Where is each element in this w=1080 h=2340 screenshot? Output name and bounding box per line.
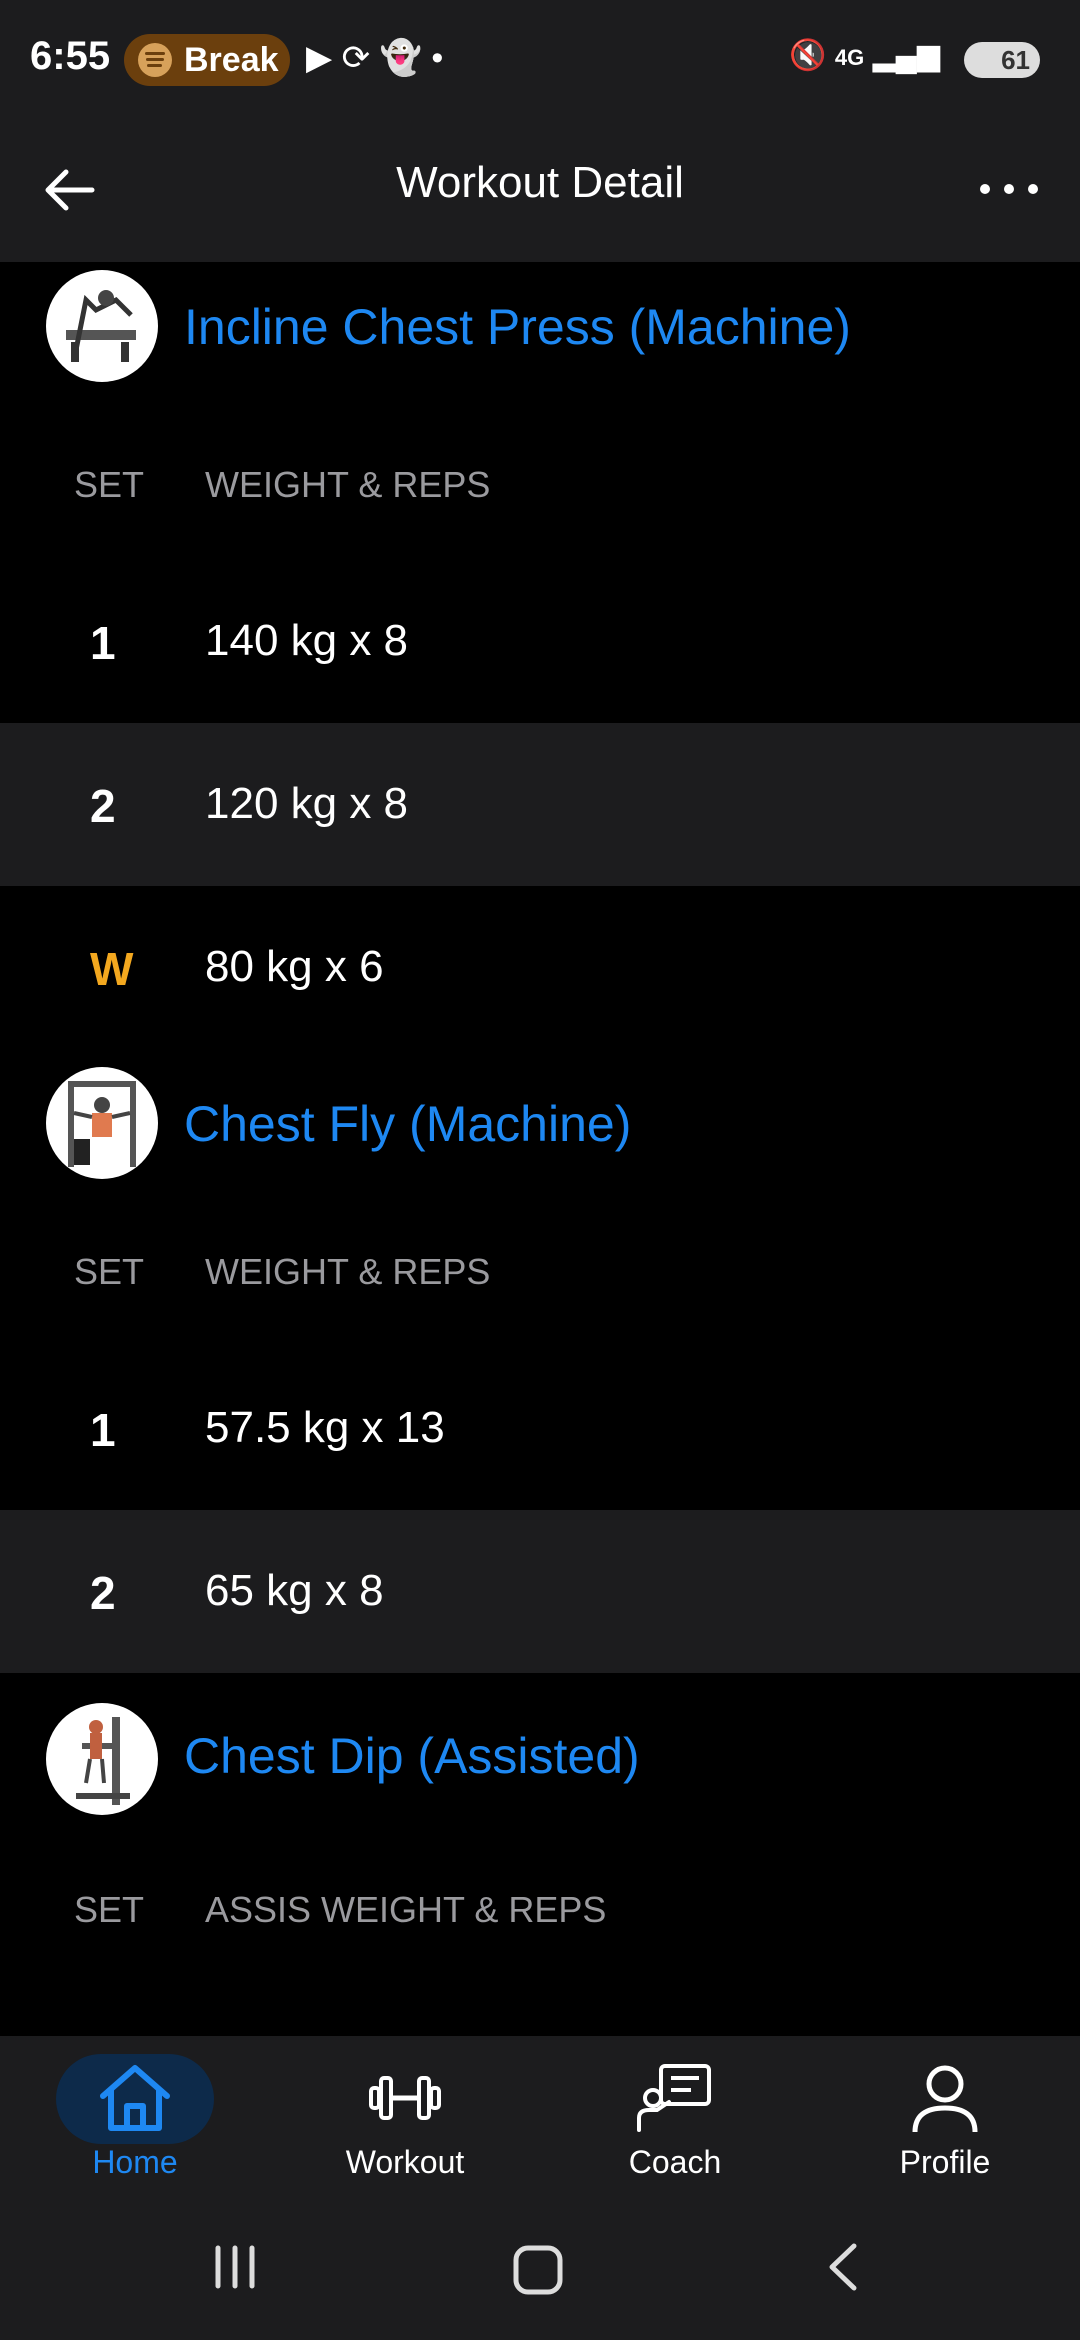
youtube-icon: ▶: [306, 39, 333, 77]
nav-coach-label: Coach: [628, 2144, 722, 2180]
set-row: 2 120 kg x 8: [0, 723, 1080, 886]
exercise-thumbnail: [46, 270, 158, 382]
incline-press-machine-icon: [66, 290, 136, 362]
spotify-icon: [138, 43, 172, 77]
nav-workout-label: Workout: [345, 2144, 465, 2180]
more-options-button[interactable]: [980, 178, 1040, 198]
exercise-thumbnail: [46, 1067, 158, 1179]
set-row: 1 57.5 kg x 13: [0, 1347, 1080, 1510]
exercise-header[interactable]: Incline Chest Press (Machine): [0, 262, 1080, 406]
exercise-name[interactable]: Chest Fly (Machine): [184, 1095, 631, 1153]
set-label: SET: [74, 1889, 145, 1930]
sync-icon: ⟳: [341, 39, 371, 77]
weight-reps-value: 65 kg x 8: [205, 1566, 384, 1615]
mute-icon: 🔇: [789, 39, 827, 72]
dot-icon: •: [431, 39, 444, 77]
weight-reps-value: 120 kg x 8: [205, 779, 409, 828]
set-label: SET: [74, 464, 145, 505]
page-title: Workout Detail: [396, 158, 684, 207]
dumbbell-icon: [369, 2076, 441, 2120]
exercise-header[interactable]: Chest Fly (Machine): [0, 1049, 1080, 1199]
weight-reps-value: 80 kg x 6: [205, 942, 384, 991]
nav-workout[interactable]: Workout: [270, 2036, 540, 2192]
home-icon: [100, 2065, 170, 2131]
exercise-name[interactable]: Incline Chest Press (Machine): [184, 298, 851, 356]
network-label: 4G: [834, 45, 865, 70]
status-time: 6:55: [30, 34, 111, 78]
bottom-navigation: Home Workout Coach Profile: [0, 2036, 1080, 2192]
set-row: W 80 kg x 6: [0, 886, 1080, 1049]
set-number: 1: [90, 1404, 116, 1456]
recents-icon[interactable]: [210, 2242, 260, 2292]
exercise-name[interactable]: Chest Dip (Assisted): [184, 1727, 640, 1785]
workout-content[interactable]: Incline Chest Press (Machine) SET WEIGHT…: [0, 262, 1080, 2036]
signal-icon: ▂▄▆: [872, 39, 940, 72]
break-label: Break: [184, 41, 279, 79]
weight-reps-value: 57.5 kg x 13: [205, 1403, 445, 1452]
battery-level: 61: [1001, 45, 1030, 75]
set-column-header: SET WEIGHT & REPS: [0, 1199, 1080, 1347]
system-icons: 🔇 4G ▂▄▆: [789, 38, 940, 73]
weight-reps-value: 140 kg x 8: [205, 616, 409, 665]
app-header: Workout Detail: [0, 120, 1080, 262]
battery-icon: 61: [964, 42, 1040, 78]
spotify-break-chip[interactable]: Break: [124, 34, 290, 86]
nav-coach[interactable]: Coach: [540, 2036, 810, 2192]
exercise-thumbnail: [46, 1703, 158, 1815]
nav-home-label: Home: [92, 2144, 178, 2180]
nav-profile-label: Profile: [899, 2144, 991, 2180]
nav-home[interactable]: Home: [0, 2036, 270, 2192]
exercise-header[interactable]: Chest Dip (Assisted): [0, 1673, 1080, 1827]
system-navigation-bar: [0, 2192, 1080, 2340]
assis-weight-reps-label: ASSIS WEIGHT & REPS: [205, 1889, 607, 1930]
set-row: 1 140 kg x 8: [0, 560, 1080, 723]
snapchat-icon: 👻: [379, 39, 422, 77]
set-number: 2: [90, 780, 116, 832]
weight-reps-label: WEIGHT & REPS: [205, 1251, 491, 1292]
profile-icon: [912, 2065, 978, 2133]
weight-reps-label: WEIGHT & REPS: [205, 464, 491, 505]
chest-fly-machine-icon: [68, 1081, 136, 1167]
warmup-set-indicator: W: [90, 943, 134, 995]
coach-icon: [637, 2064, 711, 2132]
set-column-header: SET ASSIS WEIGHT & REPS: [0, 1827, 1080, 1989]
set-number: 1: [90, 617, 116, 669]
set-column-header: SET WEIGHT & REPS: [0, 406, 1080, 560]
set-label: SET: [74, 1251, 145, 1292]
home-system-icon[interactable]: [510, 2242, 566, 2298]
nav-profile[interactable]: Profile: [810, 2036, 1080, 2192]
notification-icons: ▶ ⟳ 👻 •: [306, 38, 443, 78]
back-system-icon[interactable]: [820, 2242, 870, 2292]
set-number: 2: [90, 1567, 116, 1619]
assisted-dip-machine-icon: [76, 1717, 130, 1805]
set-row: 2 65 kg x 8: [0, 1510, 1080, 1673]
status-bar: 6:55 Break ▶ ⟳ 👻 • 🔇 4G ▂▄▆ 61: [0, 0, 1080, 120]
